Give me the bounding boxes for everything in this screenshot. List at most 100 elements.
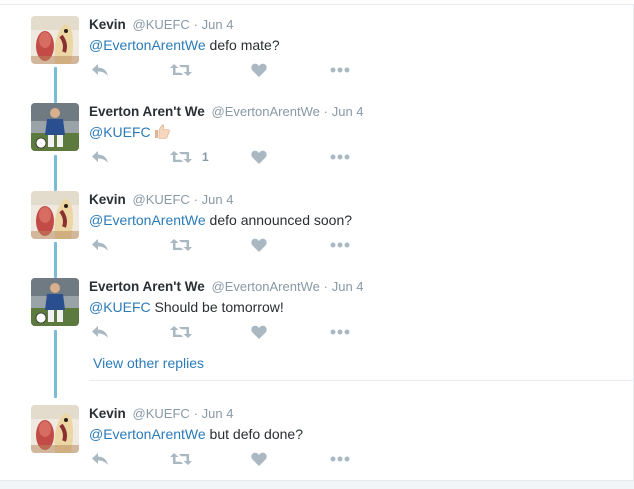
like-button[interactable] xyxy=(251,60,267,80)
separator: · xyxy=(193,192,198,207)
tweet-body: but defo done? xyxy=(205,426,303,442)
more-icon xyxy=(330,456,350,462)
more-button[interactable] xyxy=(330,449,350,469)
tweet-date[interactable]: Jun 4 xyxy=(202,406,234,421)
reply-icon xyxy=(92,64,108,76)
view-other-replies-link[interactable]: View other replies xyxy=(93,354,204,372)
tweet-header: Everton Aren't We @EvertonArentWe · Jun … xyxy=(89,103,364,121)
separator: · xyxy=(323,104,328,119)
author-name[interactable]: Kevin xyxy=(89,192,126,207)
author-handle[interactable]: @KUEFC xyxy=(133,192,190,207)
author-name[interactable]: Kevin xyxy=(89,17,126,32)
mention-link[interactable]: @KUEFC xyxy=(89,124,151,140)
mention-link[interactable]: @KUEFC xyxy=(89,299,151,315)
tweet-date[interactable]: Jun 4 xyxy=(202,192,234,207)
reply-button[interactable] xyxy=(91,235,109,255)
author-handle[interactable]: @KUEFC xyxy=(133,17,190,32)
like-button[interactable] xyxy=(251,235,267,255)
tweet-body: defo announced soon? xyxy=(205,212,353,228)
tweet[interactable]: Kevin @KUEFC · Jun 4 @EvertonArentWe def… xyxy=(0,191,634,277)
reply-icon xyxy=(92,453,108,465)
top-border xyxy=(0,4,634,5)
tweet-text: @EvertonArentWe defo announced soon? xyxy=(89,210,352,230)
tweet-date[interactable]: Jun 4 xyxy=(202,17,234,32)
tweet-actions xyxy=(89,449,369,469)
avatar[interactable] xyxy=(31,405,79,453)
tweet[interactable]: Kevin @KUEFC · Jun 4 @EvertonArentWe def… xyxy=(0,16,634,102)
avatar[interactable] xyxy=(31,103,79,151)
mention-link[interactable]: @EvertonArentWe xyxy=(89,426,206,442)
footballer-photo-icon xyxy=(31,103,79,151)
separator: · xyxy=(323,279,328,294)
author-name[interactable]: Everton Aren't We xyxy=(89,104,205,119)
tweet-header: Kevin @KUEFC · Jun 4 xyxy=(89,405,233,423)
reply-icon xyxy=(92,151,108,163)
like-icon xyxy=(251,150,267,164)
tweet-body: defo mate? xyxy=(205,37,280,53)
reply-button[interactable] xyxy=(91,147,109,167)
like-icon xyxy=(251,63,267,77)
tweet-text: @KUEFC xyxy=(89,122,170,142)
author-name[interactable]: Everton Aren't We xyxy=(89,279,205,294)
retweet-button[interactable] xyxy=(170,449,202,469)
avatar[interactable] xyxy=(31,16,79,64)
reply-button[interactable] xyxy=(91,322,109,342)
tweet-body: Should be tomorrow! xyxy=(150,299,284,315)
reply-button[interactable] xyxy=(91,60,109,80)
tweet[interactable]: Everton Aren't We @EvertonArentWe · Jun … xyxy=(0,278,634,364)
more-button[interactable] xyxy=(330,322,350,342)
retweet-button[interactable] xyxy=(170,235,202,255)
retweet-button[interactable] xyxy=(170,60,202,80)
more-button[interactable] xyxy=(330,60,350,80)
more-button[interactable] xyxy=(330,235,350,255)
more-icon xyxy=(330,154,350,160)
tweet-header: Kevin @KUEFC · Jun 4 xyxy=(89,16,233,34)
footballer-photo-icon xyxy=(31,278,79,326)
retweet-icon xyxy=(170,453,192,465)
like-button[interactable] xyxy=(251,147,267,167)
tweet-text: @EvertonArentWe defo mate? xyxy=(89,35,280,55)
tweet[interactable]: Everton Aren't We @EvertonArentWe · Jun … xyxy=(0,103,634,189)
author-handle[interactable]: @EvertonArentWe xyxy=(212,104,320,119)
like-button[interactable] xyxy=(251,322,267,342)
chicken-photo-icon xyxy=(31,405,79,453)
mention-link[interactable]: @EvertonArentWe xyxy=(89,212,206,228)
tweet[interactable]: Kevin @KUEFC · Jun 4 @EvertonArentWe but… xyxy=(0,405,634,489)
tweet-header: Kevin @KUEFC · Jun 4 xyxy=(89,191,233,209)
more-button[interactable] xyxy=(330,147,350,167)
retweet-icon xyxy=(170,326,192,338)
mention-link[interactable]: @EvertonArentWe xyxy=(89,37,206,53)
like-icon xyxy=(251,325,267,339)
like-icon xyxy=(251,452,267,466)
avatar[interactable] xyxy=(31,278,79,326)
divider xyxy=(89,380,634,381)
author-handle[interactable]: @EvertonArentWe xyxy=(212,279,320,294)
tweet-text: @EvertonArentWe but defo done? xyxy=(89,424,303,444)
tweet-date[interactable]: Jun 4 xyxy=(332,279,364,294)
more-icon xyxy=(330,329,350,335)
retweet-icon xyxy=(170,64,192,76)
tweet-text: @KUEFC Should be tomorrow! xyxy=(89,297,284,317)
tweet-actions xyxy=(89,322,369,342)
reply-icon xyxy=(92,239,108,251)
reply-button[interactable] xyxy=(91,449,109,469)
tweet-date[interactable]: Jun 4 xyxy=(332,104,364,119)
reply-icon xyxy=(92,326,108,338)
bottom-border xyxy=(0,480,634,489)
separator: · xyxy=(193,17,198,32)
author-name[interactable]: Kevin xyxy=(89,406,126,421)
retweet-icon xyxy=(170,151,192,163)
retweet-button[interactable]: 1 xyxy=(170,147,209,167)
tweet-actions: 1 xyxy=(89,147,369,167)
chicken-photo-icon xyxy=(31,191,79,239)
like-button[interactable] xyxy=(251,449,267,469)
tweet-header: Everton Aren't We @EvertonArentWe · Jun … xyxy=(89,278,364,296)
retweet-button[interactable] xyxy=(170,322,202,342)
avatar[interactable] xyxy=(31,191,79,239)
tweet-actions xyxy=(89,60,369,80)
like-icon xyxy=(251,238,267,252)
thumbs-up-emoji-icon xyxy=(154,124,170,144)
separator: · xyxy=(193,406,198,421)
more-icon xyxy=(330,67,350,73)
author-handle[interactable]: @KUEFC xyxy=(133,406,190,421)
